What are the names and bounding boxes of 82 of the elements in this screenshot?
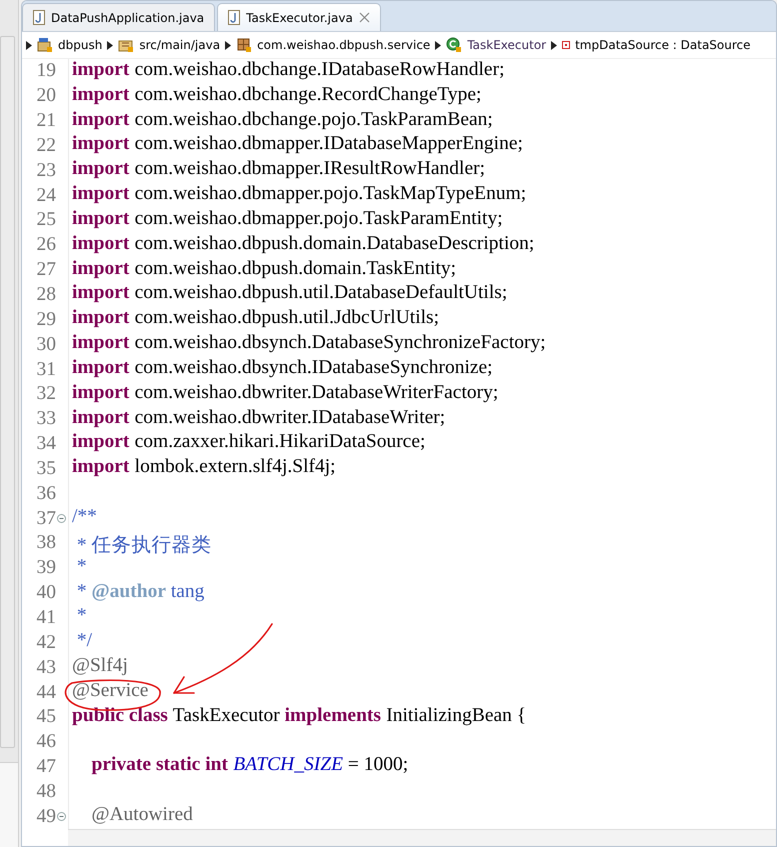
close-icon[interactable] bbox=[358, 12, 370, 23]
line-number: 20 bbox=[36, 85, 56, 108]
package-icon bbox=[236, 37, 252, 53]
line-number: 22 bbox=[36, 134, 56, 157]
line-number: 37 bbox=[36, 508, 56, 530]
horizontal-scrollbar[interactable] bbox=[68, 829, 776, 846]
line-number: 46 bbox=[36, 731, 56, 754]
editor-tab[interactable]: DataPushApplication.java bbox=[22, 3, 216, 31]
line-number: 35 bbox=[36, 458, 56, 480]
class-icon bbox=[446, 37, 462, 53]
line-number: 49 bbox=[36, 806, 56, 828]
code-line: private static int BATCH_SIZE = 1000; bbox=[90, 754, 408, 778]
line-number: 29 bbox=[36, 308, 56, 331]
line-number: 45 bbox=[36, 706, 56, 728]
line-number: 30 bbox=[36, 334, 56, 356]
private-field-icon bbox=[562, 41, 570, 49]
line-number: 47 bbox=[36, 756, 56, 778]
breadcrumb-arrow-icon bbox=[435, 40, 442, 50]
code-line: import com.weishao.dbpush.domain.TaskEntity; bbox=[72, 258, 456, 281]
code-line: import com.weishao.dbsynch.DatabaseSynchronizeFactory; bbox=[72, 332, 546, 356]
breadcrumb-arrow-icon bbox=[26, 40, 32, 50]
code-line: * @author tang bbox=[76, 580, 204, 604]
code-line: import com.weishao.dbpush.domain.DatabaseDescription; bbox=[72, 232, 534, 256]
line-number: 19 bbox=[36, 60, 56, 82]
java-file-icon bbox=[33, 10, 45, 25]
code-line: */ bbox=[76, 630, 92, 654]
fold-icon[interactable] bbox=[57, 812, 66, 822]
breadcrumb-arrow-icon bbox=[551, 40, 558, 50]
code-line: * 任务执行器类 bbox=[76, 534, 212, 556]
code-line: import com.weishao.dbsynch.IDatabaseSynchronize; bbox=[72, 356, 493, 380]
line-number: 40 bbox=[36, 582, 56, 604]
code-line: import com.weishao.dbpush.util.JdbcUrlUtils; bbox=[72, 307, 440, 330]
line-number: 41 bbox=[36, 606, 56, 629]
code-line: import com.weishao.dbchange.IDatabaseRowHandler; bbox=[72, 59, 504, 82]
line-number: 39 bbox=[36, 557, 56, 580]
code-line: @Slf4j bbox=[72, 655, 128, 678]
code-line: /** bbox=[72, 506, 97, 529]
line-number: 25 bbox=[36, 209, 56, 232]
line-number: 27 bbox=[36, 259, 56, 282]
scrollbar[interactable] bbox=[0, 36, 15, 748]
code-line: import com.weishao.dbchange.RecordChangeType; bbox=[72, 84, 482, 107]
code-line: * bbox=[76, 556, 87, 579]
code-line: import com.weishao.dbmapper.pojo.TaskMapTypeEnum; bbox=[72, 183, 526, 206]
line-number: 34 bbox=[36, 433, 56, 456]
breadcrumb-arrow-icon bbox=[225, 40, 232, 50]
breadcrumb-arrow-icon bbox=[107, 40, 114, 50]
code-line: * bbox=[76, 605, 87, 628]
line-number: 23 bbox=[36, 160, 56, 182]
breadcrumb-item[interactable]: com.weishao.dbpush.service bbox=[257, 38, 430, 52]
line-number: 33 bbox=[36, 408, 56, 430]
breadcrumb-item[interactable]: src/main/java bbox=[139, 38, 220, 52]
code-line: import com.weishao.dbwriter.IDatabaseWriter; bbox=[72, 406, 446, 430]
line-number: 44 bbox=[36, 682, 56, 704]
line-number: 31 bbox=[36, 358, 56, 381]
line-number: 42 bbox=[36, 632, 56, 654]
code-line: @Service bbox=[72, 680, 148, 703]
breadcrumb-item[interactable]: TaskExecutor bbox=[467, 38, 546, 52]
code-line: @Autowired bbox=[90, 804, 193, 828]
breadcrumb-item[interactable]: dbpush bbox=[58, 38, 102, 52]
code-line: import com.weishao.dbmapper.pojo.TaskParamEntity; bbox=[72, 208, 503, 231]
code-line: import com.weishao.dbmapper.IResultRowHandler; bbox=[72, 158, 486, 182]
code-line: import com.zaxxer.hikari.HikariDataSource; bbox=[72, 431, 426, 454]
code-line: import com.weishao.dbmapper.IDatabaseMapperEngine; bbox=[72, 133, 523, 156]
line-number: 24 bbox=[36, 184, 56, 207]
line-number: 43 bbox=[36, 656, 56, 679]
code-line: import lombok.extern.slf4j.Slf4j; bbox=[72, 456, 336, 480]
code-line: import com.weishao.dbchange.pojo.TaskParamBean; bbox=[72, 108, 493, 132]
line-number: 32 bbox=[36, 383, 56, 406]
editor-tab[interactable]: TaskExecutor.java bbox=[217, 3, 381, 31]
breadcrumb-item[interactable]: tmpDataSource : DataSource bbox=[575, 38, 751, 52]
line-number: 26 bbox=[36, 234, 56, 256]
line-number: 48 bbox=[36, 780, 56, 803]
code-line: public class TaskExecutor implements InitializingBean { bbox=[72, 704, 526, 728]
fold-icon[interactable] bbox=[57, 514, 66, 524]
line-number: 38 bbox=[36, 532, 56, 554]
line-number: 28 bbox=[36, 284, 56, 306]
code-line: import com.weishao.dbpush.util.DatabaseDefaultUtils; bbox=[72, 282, 508, 306]
java-file-icon bbox=[228, 10, 240, 25]
line-number: 36 bbox=[36, 482, 56, 505]
project-folder-icon bbox=[37, 37, 53, 53]
code-line: import com.weishao.dbwriter.DatabaseWriterFactory; bbox=[72, 382, 498, 405]
line-number: 21 bbox=[36, 110, 56, 132]
